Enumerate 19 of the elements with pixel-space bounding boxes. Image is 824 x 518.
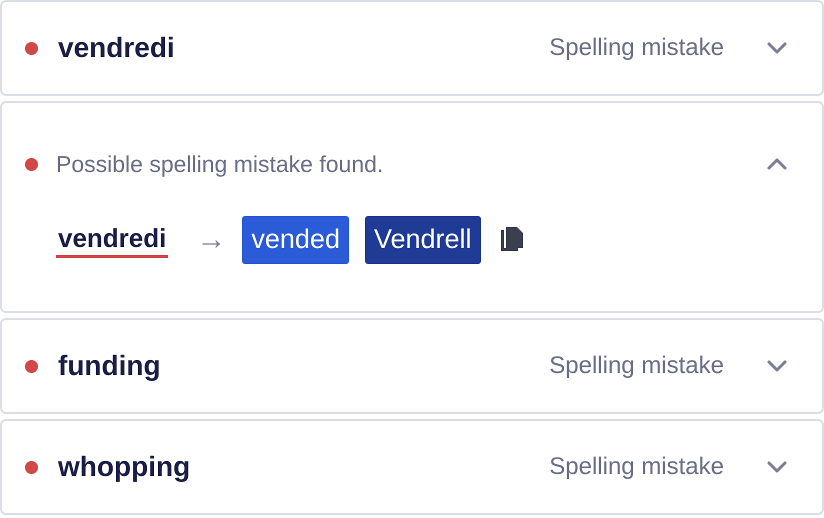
issue-card[interactable]: funding Spelling mistake [0,318,824,414]
misspelled-word: vendredi [58,31,176,65]
chevron-up-icon[interactable] [766,157,788,172]
issue-category: Spelling mistake [549,351,724,381]
arrow-icon: → [196,224,226,254]
suggestion-button[interactable]: Vendrell [364,216,481,264]
chevron-down-icon[interactable] [766,460,788,474]
issue-category: Spelling mistake [549,33,724,63]
chevron-down-icon[interactable] [766,41,788,55]
issue-card[interactable]: vendredi Spelling mistake [0,0,824,96]
suggestion-button[interactable]: vended [242,216,349,264]
misspelled-word: whopping [58,450,192,484]
issue-card[interactable]: whopping Spelling mistake [0,419,824,515]
issue-message: Possible spelling mistake found. [56,150,384,179]
misspelled-word: vendredi [56,221,168,258]
chevron-down-icon[interactable] [766,359,788,373]
copy-icon[interactable] [498,226,525,254]
issue-category: Spelling mistake [549,452,724,482]
misspelled-word: funding [58,349,162,383]
